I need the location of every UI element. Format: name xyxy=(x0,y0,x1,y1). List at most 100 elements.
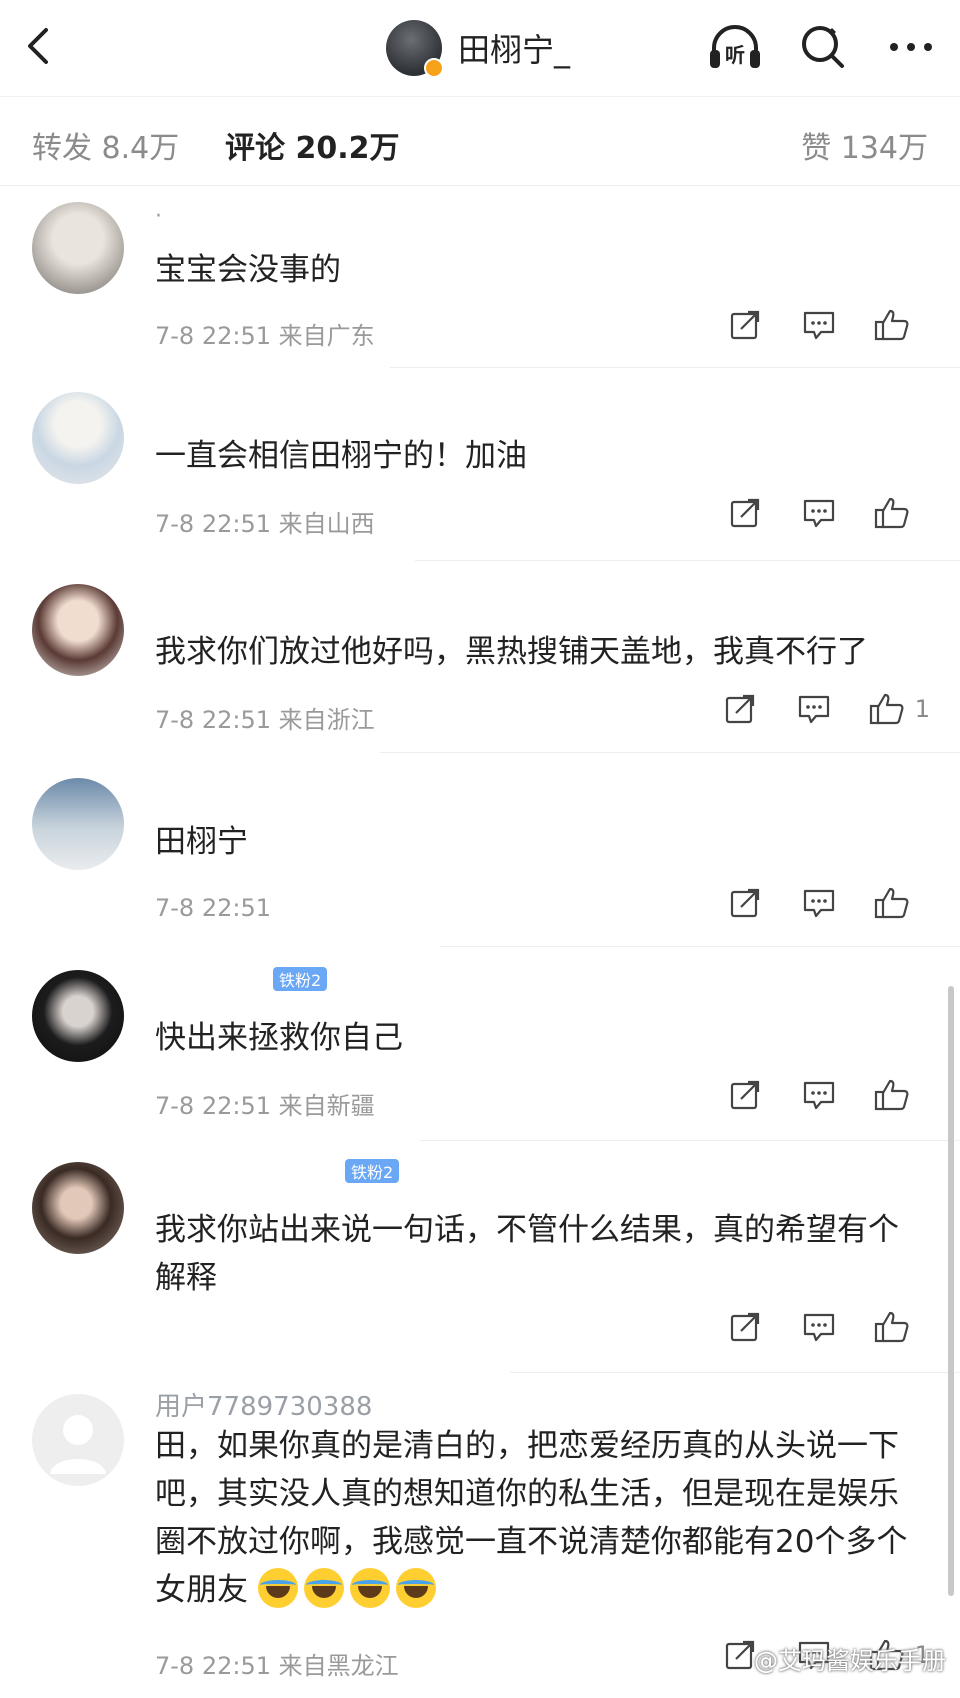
avatar[interactable] xyxy=(32,584,124,676)
comment-meta: 7-8 22:51 来自浙江 xyxy=(155,706,375,734)
divider xyxy=(390,367,960,368)
comment-text: 宝宝会没事的 xyxy=(155,252,341,288)
share-button[interactable] xyxy=(726,306,764,344)
chevron-left-icon xyxy=(28,28,48,64)
thumbs-up-icon xyxy=(874,497,909,529)
share-icon xyxy=(730,310,760,340)
comment-icon xyxy=(803,499,835,528)
search-icon xyxy=(802,26,844,68)
comment-username[interactable]: 铁粉2 xyxy=(155,966,328,991)
comment-username[interactable]: · xyxy=(155,204,162,229)
listen-button[interactable]: 听 xyxy=(706,18,764,76)
like-button[interactable] xyxy=(874,1078,920,1112)
share-button[interactable] xyxy=(721,690,759,728)
comment-meta: 7-8 22:51 来自广东 xyxy=(155,322,375,350)
thumbs-up-icon xyxy=(874,1311,909,1343)
reply-button[interactable] xyxy=(800,306,838,344)
comment-meta: 7-8 22:51 来自黑龙江 xyxy=(155,1652,399,1680)
comment-icon xyxy=(803,889,835,918)
avatar[interactable] xyxy=(32,1394,124,1486)
reply-button[interactable] xyxy=(795,690,833,728)
comment-text: 一直会相信田栩宁的！加油 xyxy=(155,438,527,474)
laugh-cry-icon xyxy=(257,1568,298,1608)
share-icon xyxy=(730,1312,760,1342)
comment-username[interactable]: 铁粉2 xyxy=(155,1158,400,1183)
reply-button[interactable] xyxy=(800,494,838,532)
avatar[interactable] xyxy=(32,970,124,1062)
comment-text: 田，如果你真的是清白的，把恋爱经历真的从头说一下吧，其实没人真的想知道你的私生活… xyxy=(155,1422,915,1614)
laugh-cry-icon xyxy=(395,1568,436,1608)
avatar[interactable] xyxy=(32,1162,124,1254)
comment-meta: 7-8 22:51 xyxy=(155,894,271,922)
stats-bar: 转发 8.4万 评论 20.2万 赞 134万 xyxy=(0,96,960,186)
reply-button[interactable] xyxy=(800,1076,838,1114)
author-name[interactable]: 田栩宁_ xyxy=(458,25,570,71)
comment-item: 田栩宁 7-8 22:51 xyxy=(0,766,960,946)
fan-badge: 铁粉2 xyxy=(273,967,328,991)
divider xyxy=(510,1372,960,1373)
like-button[interactable] xyxy=(874,1310,920,1344)
like-count: 1 xyxy=(914,695,930,723)
comment-icon xyxy=(803,1313,835,1342)
divider xyxy=(420,1140,960,1141)
thumbs-up-icon xyxy=(874,1079,909,1111)
more-button[interactable] xyxy=(882,18,940,76)
author-title[interactable]: 田栩宁_ xyxy=(386,18,570,78)
comment-item: 我求你们放过他好吗，黑热搜铺天盖地，我真不行了 7-8 22:51 来自浙江 1 xyxy=(0,572,960,752)
thumbs-up-icon xyxy=(874,887,909,919)
comment-item: 铁粉2 我求你站出来说一句话，不管什么结果，真的希望有个解释 xyxy=(0,1150,960,1370)
share-button[interactable] xyxy=(726,1076,764,1114)
avatar[interactable] xyxy=(32,392,124,484)
comment-text: 我求你站出来说一句话，不管什么结果，真的希望有个解释 xyxy=(155,1212,899,1296)
comment-item: 一直会相信田栩宁的！加油 7-8 22:51 来自山西 xyxy=(0,380,960,560)
avatar[interactable] xyxy=(32,778,124,870)
share-icon xyxy=(725,694,754,724)
search-button[interactable] xyxy=(794,18,852,76)
comment-meta: 7-8 22:51 来自新疆 xyxy=(155,1092,375,1120)
like-button[interactable] xyxy=(874,886,920,920)
share-button[interactable] xyxy=(726,1308,764,1346)
tab-repost[interactable]: 转发 8.4万 xyxy=(32,123,179,167)
tab-like[interactable]: 赞 134万 xyxy=(801,123,928,167)
thumbs-up-icon xyxy=(869,693,904,725)
share-icon xyxy=(730,498,760,528)
laugh-cry-icon xyxy=(303,1568,344,1608)
share-button[interactable] xyxy=(726,494,764,532)
headphone-icon: 听 xyxy=(710,25,760,68)
share-button[interactable] xyxy=(726,884,764,922)
verified-badge xyxy=(424,58,444,78)
comment-text: 田栩宁 xyxy=(155,824,248,860)
comment-icon xyxy=(803,1081,835,1110)
reply-button[interactable] xyxy=(800,1308,838,1346)
watermark: @艾玛酱娱乐手册 xyxy=(754,1647,946,1675)
comment-username[interactable]: 用户7789730388 xyxy=(155,1386,372,1423)
top-bar: 田栩宁_ 听 xyxy=(0,0,960,96)
divider xyxy=(415,560,960,561)
comment-text: 我求你们放过他好吗，黑热搜铺天盖地，我真不行了 xyxy=(155,634,868,670)
share-icon xyxy=(730,1080,760,1110)
like-button[interactable] xyxy=(874,308,920,342)
comment-text: 快出来拯救你自己 xyxy=(155,1020,403,1056)
author-avatar[interactable] xyxy=(386,20,444,78)
listen-label: 听 xyxy=(725,43,745,67)
reply-button[interactable] xyxy=(800,884,838,922)
comment-icon xyxy=(798,695,829,724)
back-button[interactable] xyxy=(22,24,58,68)
like-button[interactable]: 1 xyxy=(869,692,930,726)
share-icon xyxy=(725,1640,754,1670)
comment-icon xyxy=(803,311,835,340)
laugh-cry-icon xyxy=(349,1568,390,1608)
avatar[interactable] xyxy=(32,202,124,294)
default-avatar-icon xyxy=(50,1415,106,1474)
scrollbar[interactable] xyxy=(948,986,954,1596)
comment-item: · 宝宝会没事的 7-8 22:51 来自广东 xyxy=(0,190,960,370)
like-button[interactable] xyxy=(874,496,920,530)
fan-badge: 铁粉2 xyxy=(345,1159,400,1183)
divider xyxy=(380,752,960,753)
comment-meta: 7-8 22:51 来自山西 xyxy=(155,510,375,538)
divider xyxy=(440,946,960,947)
thumbs-up-icon xyxy=(874,309,909,341)
comment-item: 铁粉2 快出来拯救你自己 7-8 22:51 来自新疆 xyxy=(0,958,960,1138)
tab-comment[interactable]: 评论 20.2万 xyxy=(225,123,399,167)
more-icon xyxy=(890,43,932,51)
